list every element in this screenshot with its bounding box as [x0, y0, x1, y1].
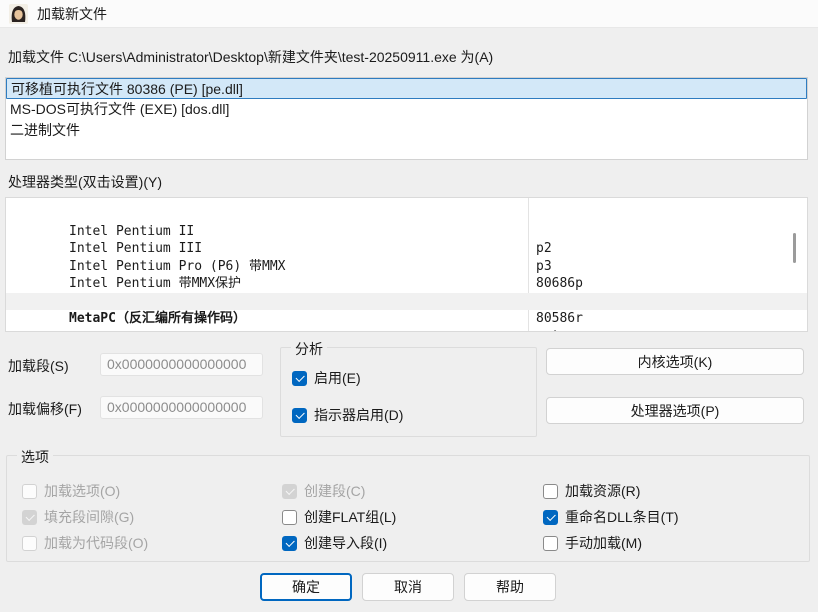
manual-load-checkbox-row[interactable]: 手动加载(M)	[543, 536, 783, 552]
processor-row[interactable]: Intel Pentium 带MMX保护 80586p	[6, 258, 807, 276]
load-as-code-segment-label: 加载为代码段(O)	[44, 535, 148, 552]
create-imports-segment-checkbox[interactable]	[282, 536, 297, 551]
load-segment-input[interactable]: 0x0000000000000000	[100, 353, 263, 376]
file-format-item-binary[interactable]: 二进制文件	[6, 120, 807, 141]
processor-row-metapc-selected[interactable]: MetaPC（反汇编所有操作码） metapc	[6, 293, 807, 311]
load-options-checkbox[interactable]	[22, 484, 37, 499]
manual-load-checkbox[interactable]	[543, 536, 558, 551]
load-segment-label: 加载段(S)	[8, 356, 69, 376]
ok-button[interactable]: 确定	[260, 573, 352, 601]
create-segments-checkbox[interactable]	[282, 484, 297, 499]
processor-row[interactable]: Intel Pentium 实际带MMX 80586r	[6, 275, 807, 293]
processor-row[interactable]: Intel Pentium II p2	[6, 205, 807, 223]
load-file-as-label: 加载文件 C:\Users\Administrator\Desktop\新建文件…	[8, 47, 493, 67]
scrollbar-thumb[interactable]	[793, 233, 796, 263]
fill-segment-gaps-checkbox[interactable]	[22, 510, 37, 525]
app-icon[interactable]	[9, 4, 28, 24]
processor-list[interactable]: Intel Pentium II p2 Intel Pentium III p3…	[5, 197, 808, 332]
load-offset-label: 加载偏移(F)	[8, 399, 82, 419]
options-group-title: 选项	[17, 447, 53, 467]
load-as-code-segment-checkbox-row[interactable]: 加载为代码段(O)	[22, 536, 252, 552]
create-flat-group-checkbox-row[interactable]: 创建FLAT组(L)	[282, 510, 512, 526]
cancel-button[interactable]: 取消	[362, 573, 454, 601]
analysis-group-title: 分析	[291, 339, 327, 359]
processor-row[interactable]: Intel Pentium III p3	[6, 223, 807, 241]
options-group: 选项 加载选项(O) 填充段间隙(G) 加载为代码段(O) 创建段(C) 创建F…	[6, 455, 810, 562]
processor-row[interactable]: Intel 860 处理器	[6, 310, 807, 328]
file-format-item-dos[interactable]: MS-DOS可执行文件 (EXE) [dos.dll]	[6, 99, 807, 120]
create-imports-segment-label: 创建导入段(I)	[304, 535, 387, 552]
title-bar: 加载新文件	[0, 0, 818, 28]
file-format-list[interactable]: 可移植可执行文件 80386 (PE) [pe.dll] MS-DOS可执行文件…	[5, 77, 808, 160]
create-segments-checkbox-row[interactable]: 创建段(C)	[282, 484, 512, 500]
indicator-enabled-checkbox-row[interactable]: 指示器启用(D)	[292, 408, 522, 424]
file-format-item-pe[interactable]: 可移植可执行文件 80386 (PE) [pe.dll]	[6, 78, 807, 99]
analysis-enabled-checkbox[interactable]	[292, 371, 307, 386]
processor-options-button[interactable]: 处理器选项(P)	[546, 397, 804, 424]
analysis-group: 分析 启用(E) 指示器启用(D)	[280, 347, 537, 437]
fill-segment-gaps-checkbox-row[interactable]: 填充段间隙(G)	[22, 510, 252, 526]
processor-row[interactable]: Intel Pentium Pro (P6) 带MMX 80686p	[6, 240, 807, 258]
load-offset-input[interactable]: 0x0000000000000000	[100, 396, 263, 419]
load-resources-checkbox[interactable]	[543, 484, 558, 499]
manual-load-label: 手动加载(M)	[565, 535, 642, 552]
create-segments-label: 创建段(C)	[304, 483, 365, 500]
help-button[interactable]: 帮助	[464, 573, 556, 601]
indicator-enabled-label: 指示器启用(D)	[314, 407, 403, 424]
processor-type-label: 处理器类型(双击设置)(Y)	[8, 172, 162, 192]
fill-segment-gaps-label: 填充段间隙(G)	[44, 509, 134, 526]
rename-dll-entries-checkbox[interactable]	[543, 510, 558, 525]
create-flat-group-checkbox[interactable]	[282, 510, 297, 525]
load-resources-label: 加载资源(R)	[565, 483, 640, 500]
create-flat-group-label: 创建FLAT组(L)	[304, 509, 396, 526]
kernel-options-button[interactable]: 内核选项(K)	[546, 348, 804, 375]
load-as-code-segment-checkbox[interactable]	[22, 536, 37, 551]
analysis-enabled-checkbox-row[interactable]: 启用(E)	[292, 371, 522, 387]
load-options-checkbox-row[interactable]: 加载选项(O)	[22, 484, 252, 500]
window-title: 加载新文件	[37, 0, 107, 28]
rename-dll-entries-label: 重命名DLL条目(T)	[565, 509, 679, 526]
indicator-enabled-checkbox[interactable]	[292, 408, 307, 423]
load-new-file-dialog: { "window": { "title": "加载新文件" }, "file_…	[0, 0, 818, 612]
load-resources-checkbox-row[interactable]: 加载资源(R)	[543, 484, 783, 500]
create-imports-segment-checkbox-row[interactable]: 创建导入段(I)	[282, 536, 512, 552]
analysis-enabled-label: 启用(E)	[314, 370, 361, 387]
load-options-label: 加载选项(O)	[44, 483, 120, 500]
rename-dll-entries-checkbox-row[interactable]: 重命名DLL条目(T)	[543, 510, 783, 526]
processor-row-clipped[interactable]: Intel 860 XP 处理器	[6, 328, 807, 333]
